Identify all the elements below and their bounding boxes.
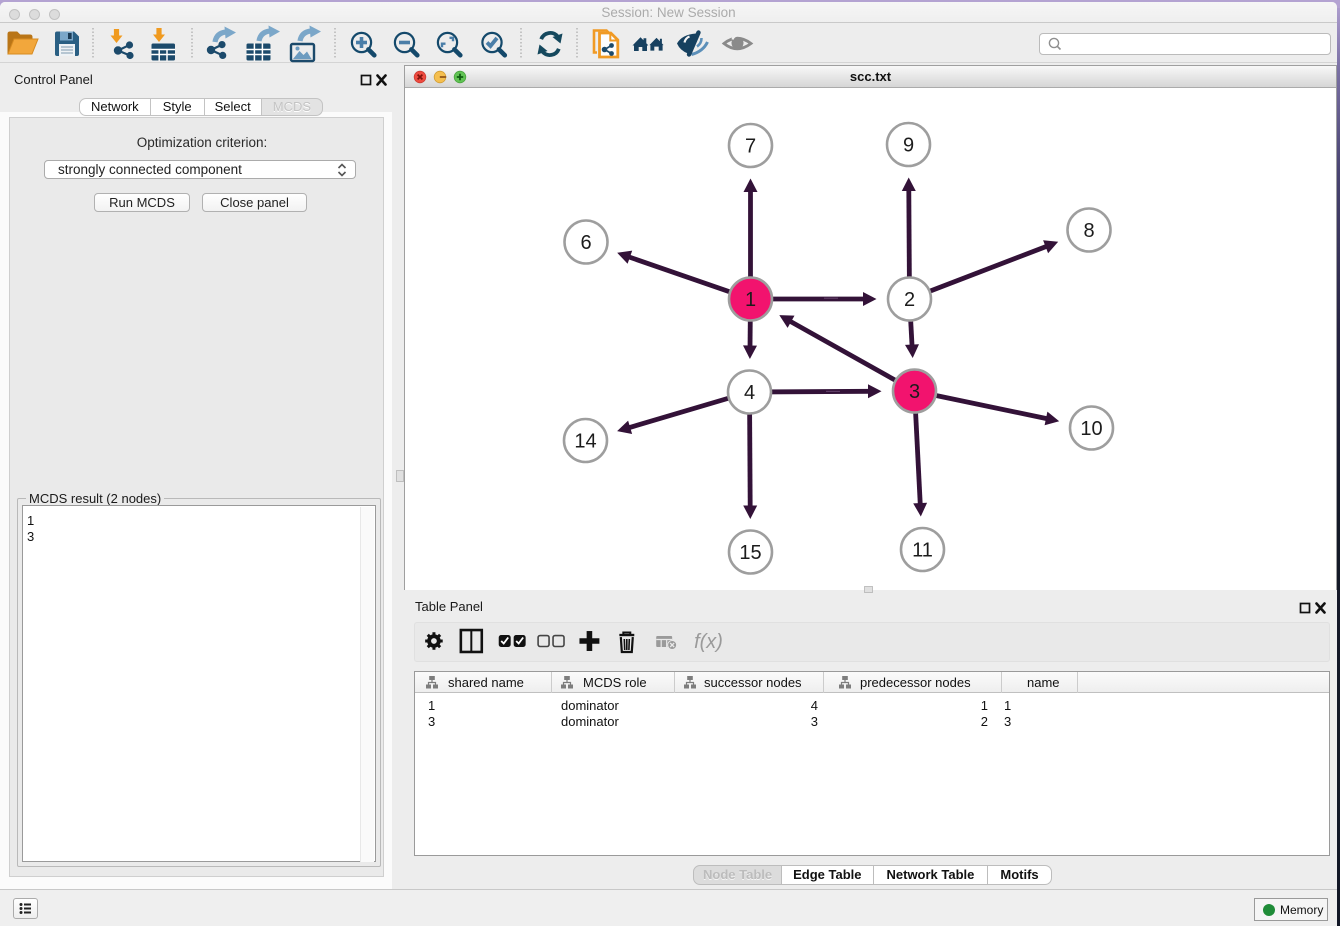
svg-text:3: 3 [909, 381, 920, 403]
svg-text:f(x): f(x) [694, 631, 723, 653]
svg-text:8: 8 [1083, 220, 1094, 242]
svg-text:11: 11 [912, 540, 933, 562]
svg-text:6: 6 [580, 232, 591, 254]
svg-text:1: 1 [745, 289, 756, 311]
svg-text:15: 15 [739, 542, 761, 564]
svg-text:10: 10 [1080, 418, 1102, 440]
svg-text:2: 2 [904, 289, 915, 311]
svg-text:14: 14 [574, 431, 596, 453]
svg-text:7: 7 [745, 136, 756, 158]
svg-text:9: 9 [903, 135, 914, 157]
svg-text:4: 4 [744, 382, 755, 404]
